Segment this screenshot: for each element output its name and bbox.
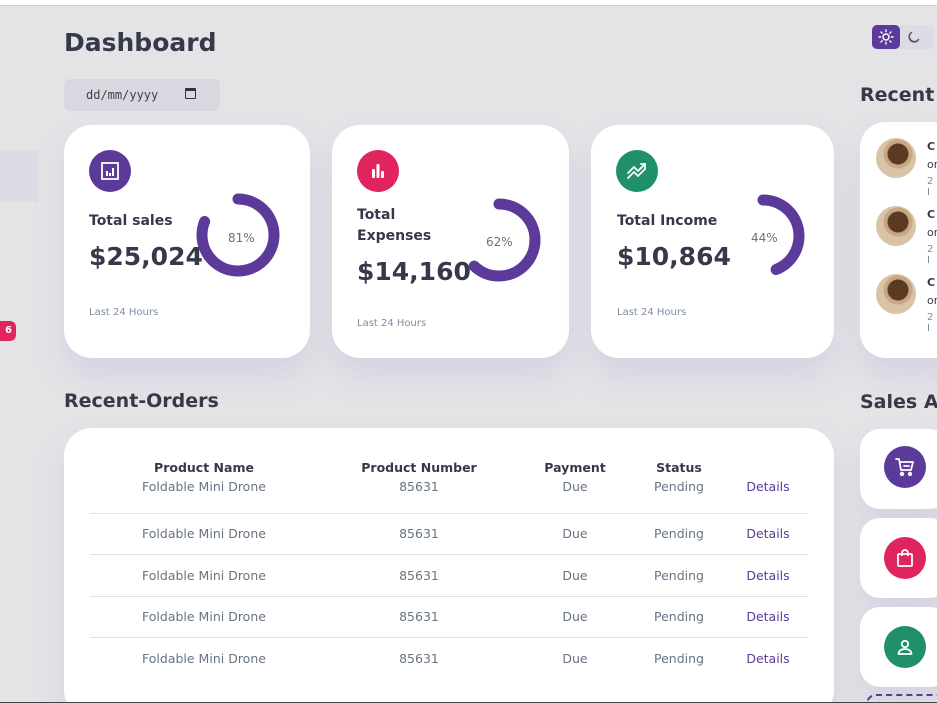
insight-title: Total sales [89,213,173,229]
recent-orders-title: Recent-Orders [64,390,219,412]
table-row: Foldable Mini Drone 85631 Due Pending De… [90,638,808,680]
product-name: Foldable Mini Drone [90,475,318,514]
table-header-row: Product Name Product Number Payment Stat… [90,450,808,475]
person-icon [884,626,926,668]
update-name: C [927,208,936,221]
payment-status: Due [520,554,630,597]
update-time: 2 I [927,244,934,266]
insight-caption: Last 24 Hours [89,307,159,318]
update-name: C [927,276,936,289]
details-link[interactable]: Details [728,475,808,514]
payment-status: Due [520,513,630,555]
order-status: Pending [630,513,728,555]
update-time: 2 I [927,176,934,198]
insight-title: Total Income [617,213,718,229]
recent-updates-title: Recent U [860,84,937,106]
dark-mode-icon[interactable] [900,25,928,49]
column-header-empty [728,450,808,475]
analytics-item-orders[interactable] [860,429,937,509]
insight-card-expenses: Total Expenses $14,160 62% Last 24 Hours [332,125,569,358]
details-link[interactable]: Details [728,513,808,555]
avatar [876,206,916,246]
bar-chart-icon [357,150,399,192]
avatar [876,274,916,314]
update-time: 2 I [927,312,934,334]
progress-percent: 81% [228,231,255,245]
details-link[interactable]: Details [728,596,808,638]
insight-card-sales: Total sales $25,024 81% Last 24 Hours [64,125,310,358]
calendar-icon[interactable] [185,88,196,99]
payment-status: Due [520,596,630,638]
progress-percent: 44% [751,231,778,245]
payment-status: Due [562,651,588,666]
insight-title: Total Expenses [357,205,431,247]
shopping-cart-icon [884,446,926,488]
column-header: Product Name [154,460,254,475]
table-row: Foldable Mini Drone 85631 Due Pending De… [90,554,808,597]
insight-caption: Last 24 Hours [617,307,687,318]
table-row: Foldable Mini Drone 85631 Due Pending De… [90,475,808,514]
payment-status: Due [520,475,630,514]
order-status: Pending [630,475,728,514]
sidebar-message-badge: 6 [0,321,16,341]
details-link[interactable]: Details [728,554,808,597]
table-row: Foldable Mini Drone 85631 Due Pending De… [90,596,808,638]
shopping-bag-icon [884,537,926,579]
order-status: Pending [654,651,704,666]
table-row: Foldable Mini Drone 85631 Due Pending De… [90,513,808,555]
sales-analytics-title: Sales An [860,391,937,413]
update-message: or [927,226,937,239]
update-message: or [927,158,937,171]
product-name: Foldable Mini Drone [142,651,266,666]
insight-title-line: Total [357,207,396,223]
analytics-item-sales[interactable] [860,518,937,598]
analytics-item-customers[interactable] [860,607,937,687]
window-top-edge [0,0,937,6]
update-name: C [927,140,936,153]
column-header: Payment [544,460,606,475]
details-link[interactable]: Details [728,638,808,680]
light-mode-icon[interactable] [872,25,900,49]
order-status: Pending [630,554,728,597]
product-name: Foldable Mini Drone [90,596,318,638]
insight-card-income: Total Income $10,864 44% Last 24 Hours [591,125,834,358]
analytics-icon [89,150,131,192]
date-input-placeholder: dd/mm/yyyy [86,88,159,102]
product-number: 85631 [318,475,520,514]
order-status: Pending [630,596,728,638]
product-name: Foldable Mini Drone [90,554,318,597]
column-header: Status [656,460,702,475]
insight-amount: $25,024 [89,242,203,271]
insight-title-line: Expenses [357,228,432,244]
product-number: 85631 [318,596,520,638]
product-number: 85631 [399,651,439,666]
date-input[interactable]: dd/mm/yyyy [64,79,220,111]
orders-table: Product Name Product Number Payment Stat… [90,450,808,679]
insight-caption: Last 24 Hours [357,318,427,329]
avatar [876,138,916,178]
insight-amount: $10,864 [617,242,731,271]
progress-percent: 62% [486,235,513,249]
column-header: Product Number [361,460,477,475]
sidebar-active-item[interactable] [0,150,38,202]
theme-toggler[interactable] [872,25,934,49]
product-name: Foldable Mini Drone [90,513,318,555]
trending-up-icon [616,150,658,192]
page-title: Dashboard [64,28,217,57]
product-number: 85631 [318,513,520,555]
update-message: or [927,294,937,307]
product-number: 85631 [318,554,520,597]
